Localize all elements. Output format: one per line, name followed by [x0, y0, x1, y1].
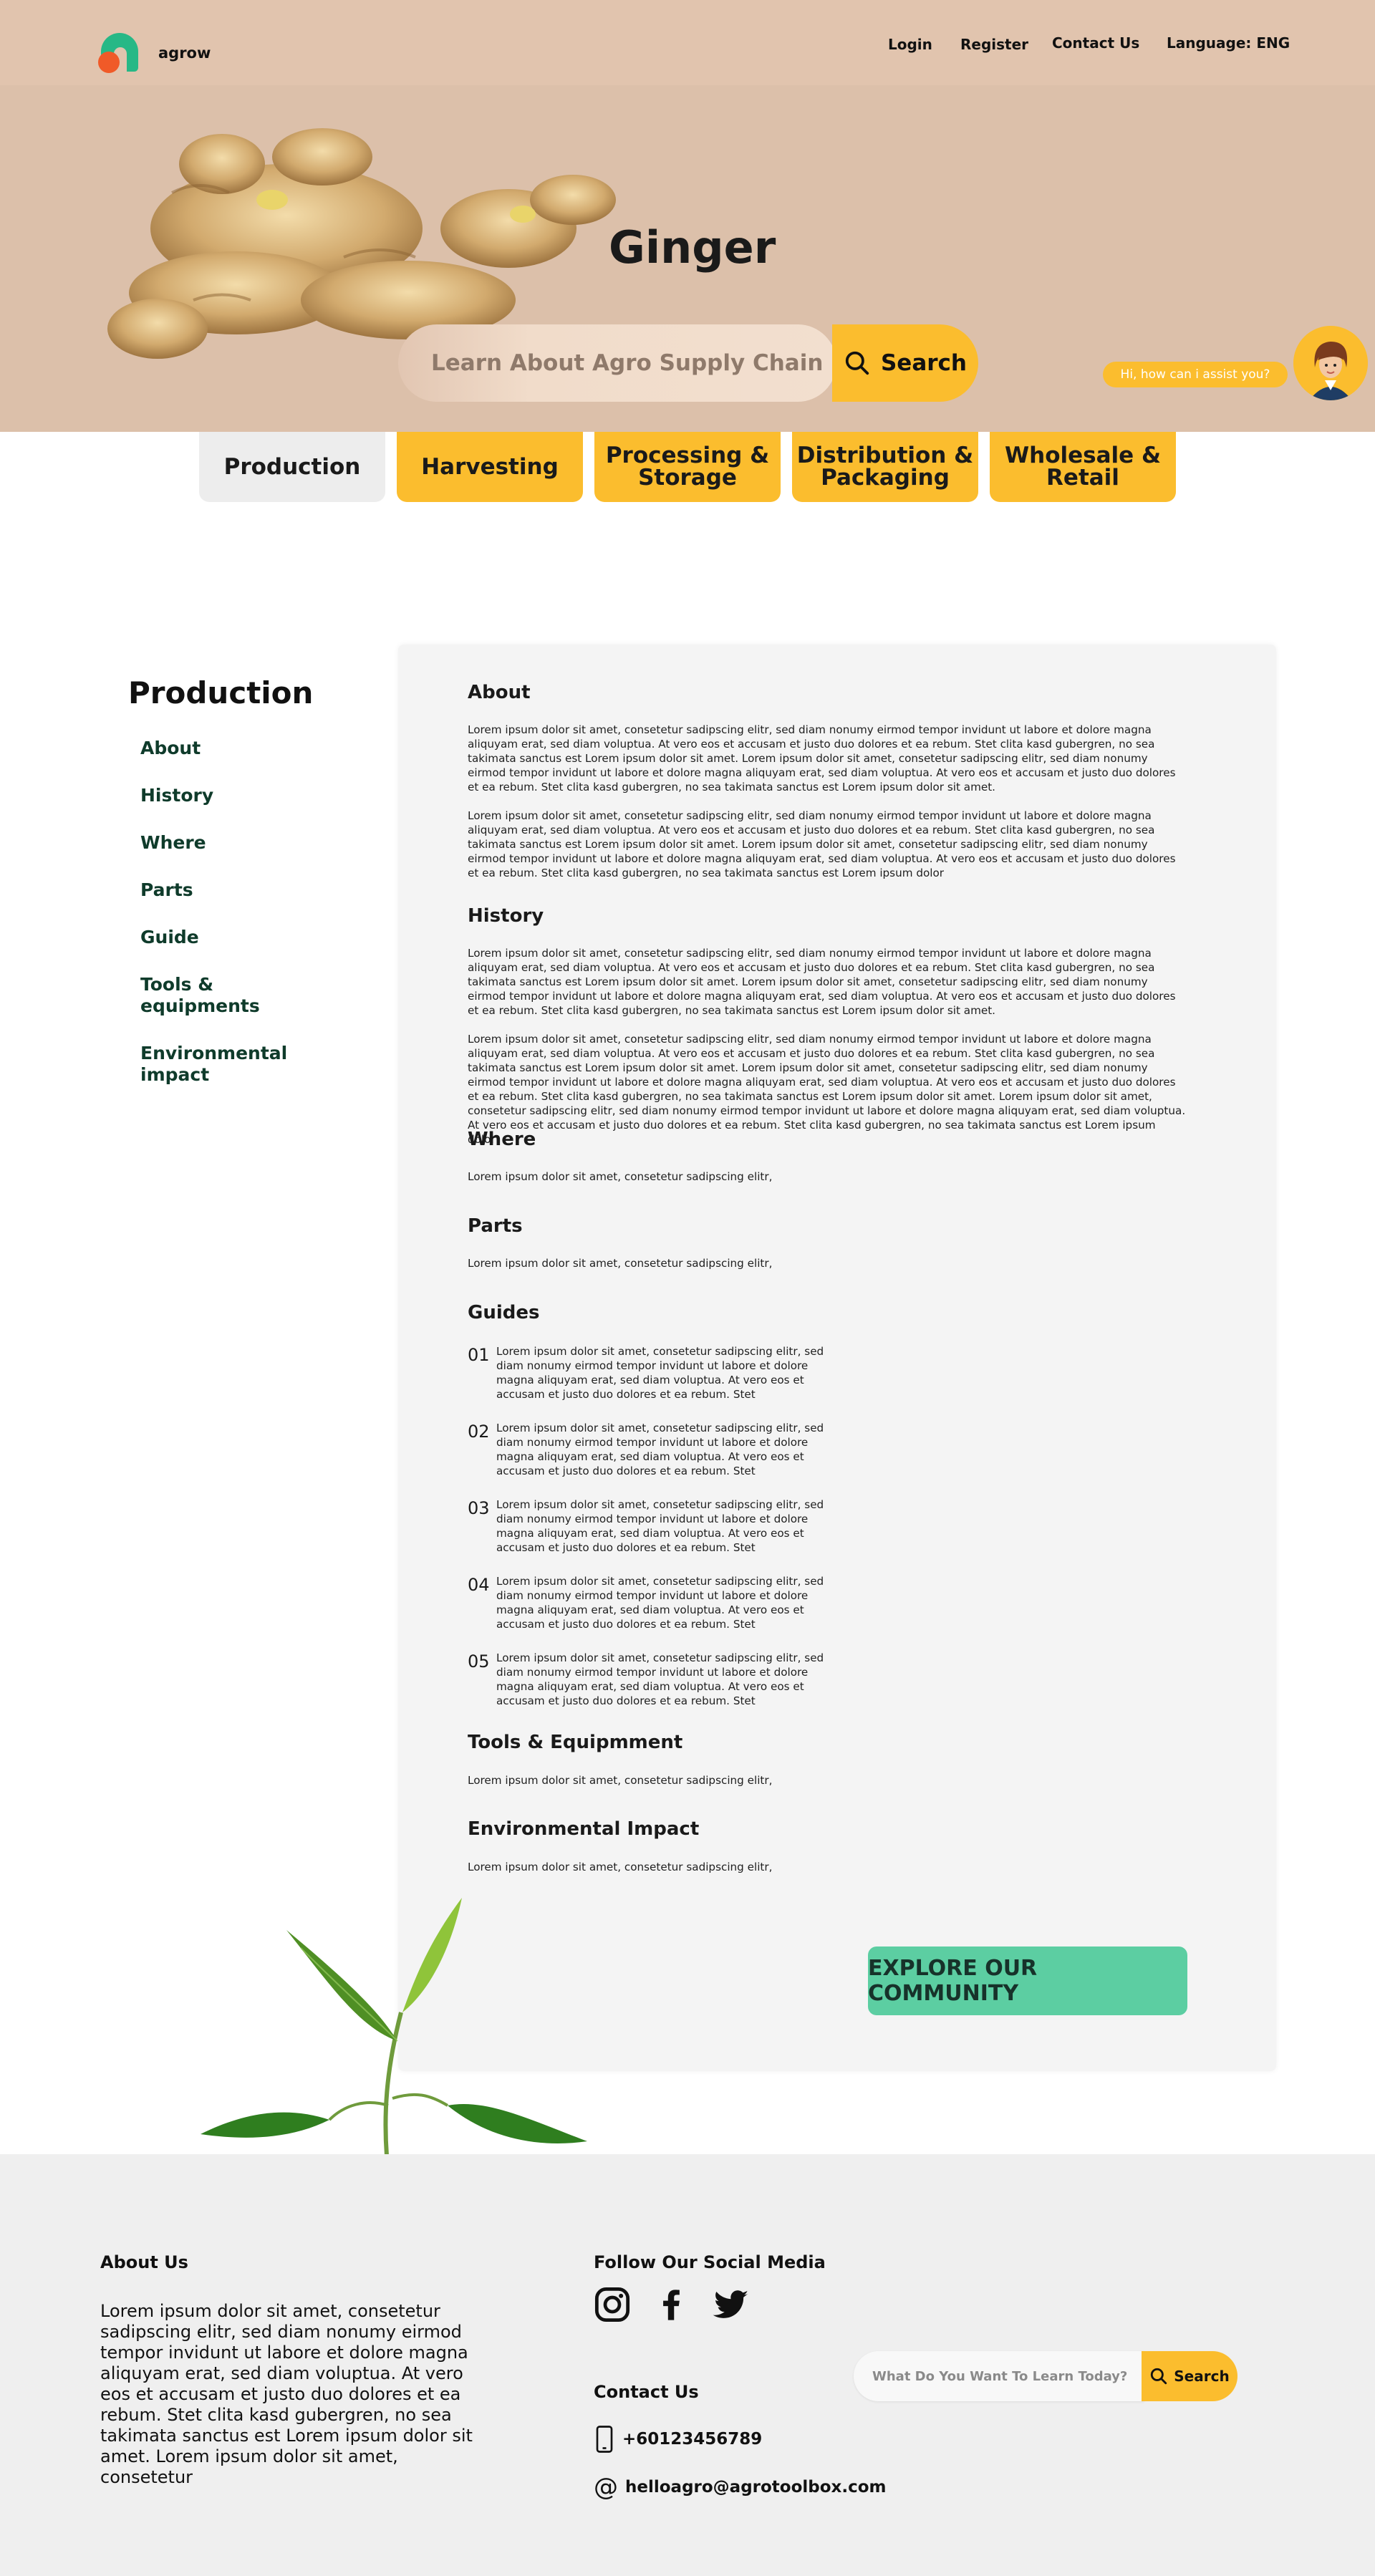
section-heading-tools: Tools & Equipmment: [468, 1732, 683, 1753]
section-heading-history: History: [468, 905, 544, 927]
sidebar-item-tools-equipments[interactable]: Tools & equipments: [140, 974, 276, 1017]
history-paragraph-2: Lorem ipsum dolor sit amet, consetetur s…: [468, 1033, 1186, 1146]
assistant-avatar[interactable]: [1293, 326, 1368, 400]
top-navbar: agrow Login Register Contact Us Language…: [0, 0, 1375, 85]
facebook-icon[interactable]: [653, 2286, 690, 2323]
brand-logo[interactable]: agrow: [98, 32, 211, 74]
sidebar-item-about[interactable]: About: [140, 738, 201, 759]
assistant-prompt-bubble[interactable]: Hi, how can i assist you?: [1103, 362, 1288, 387]
guide-text: Lorem ipsum dolor sit amet, consetetur s…: [496, 1422, 824, 1477]
explore-community-button[interactable]: EXPLORE OUR COMMUNITY: [868, 1947, 1187, 2015]
search-icon: [845, 351, 869, 375]
about-paragraph-1: Lorem ipsum dolor sit amet, consetetur s…: [468, 723, 1176, 793]
guide-number: 04: [468, 1575, 490, 1595]
where-text: Lorem ipsum dolor sit amet, consetetur s…: [468, 1170, 773, 1183]
history-paragraph-1: Lorem ipsum dolor sit amet, consetetur s…: [468, 947, 1176, 1017]
language-selector[interactable]: Language: ENG: [1167, 34, 1290, 52]
section-heading-parts: Parts: [468, 1215, 523, 1237]
sidebar-item-guide[interactable]: Guide: [140, 927, 199, 948]
search-icon: [1151, 2368, 1167, 2385]
environmental-impact-text: Lorem ipsum dolor sit amet, consetetur s…: [468, 1861, 773, 1873]
tab-distribution-packaging[interactable]: Distribution & Packaging: [792, 432, 978, 502]
guide-number: 02: [468, 1422, 490, 1442]
guide-text: Lorem ipsum dolor sit amet, consetetur s…: [496, 1498, 824, 1554]
hero-search-placeholder: Learn About Agro Supply Chain: [431, 350, 824, 376]
guide-text: Lorem ipsum dolor sit amet, consetetur s…: [496, 1345, 824, 1401]
login-link[interactable]: Login: [888, 36, 932, 53]
assistant-avatar-icon: [1293, 326, 1368, 400]
section-heading-environmental-impact: Environmental Impact: [468, 1818, 700, 1840]
hero-search-button[interactable]: Search: [832, 324, 978, 402]
page-title: Ginger: [609, 221, 776, 274]
guide-text: Lorem ipsum dolor sit amet, consetetur s…: [496, 1575, 824, 1631]
tab-harvesting[interactable]: Harvesting: [397, 432, 583, 502]
footer-search-placeholder: What Do You Want To Learn Today?: [872, 2368, 1128, 2384]
section-heading-about: About: [468, 682, 531, 703]
footer-contact-heading: Contact Us: [594, 2382, 699, 2402]
footer-about-text: Lorem ipsum dolor sit amet, consetetur s…: [100, 2301, 473, 2487]
logo-icon: [98, 32, 141, 74]
instagram-icon[interactable]: [594, 2286, 631, 2323]
phone-icon: [596, 2426, 613, 2453]
tab-production[interactable]: Production: [199, 432, 385, 502]
contact-us-link[interactable]: Contact Us: [1052, 34, 1139, 52]
brand-name: agrow: [158, 44, 211, 62]
footer-phone-number: +60123456789: [622, 2430, 763, 2449]
section-heading-where: Where: [468, 1129, 536, 1150]
about-paragraph-2: Lorem ipsum dolor sit amet, consetetur s…: [468, 809, 1176, 879]
hero-banner: Ginger Learn About Agro Supply Chain Sea…: [0, 85, 1375, 432]
sidebar-item-environmental-impact[interactable]: Environmental impact: [140, 1043, 291, 1086]
footer-phone[interactable]: +60123456789: [594, 2425, 762, 2454]
footer-search-button-label: Search: [1174, 2368, 1230, 2385]
footer-about-heading: About Us: [100, 2252, 188, 2272]
guide-number: 03: [468, 1498, 490, 1518]
footer-email[interactable]: @ helloagro@agrotoolbox.com: [594, 2473, 887, 2502]
tab-wholesale-retail[interactable]: Wholesale & Retail: [990, 432, 1176, 502]
register-link[interactable]: Register: [960, 36, 1028, 53]
footer-search-button[interactable]: Search: [1142, 2351, 1238, 2401]
at-sign-icon: @: [594, 2473, 618, 2502]
hero-search-input[interactable]: Learn About Agro Supply Chain: [398, 324, 836, 402]
guide-text: Lorem ipsum dolor sit amet, consetetur s…: [496, 1651, 824, 1707]
guide-number: 01: [468, 1345, 490, 1365]
plant-sprout-image: [201, 1898, 587, 2156]
section-heading-guides: Guides: [468, 1302, 540, 1323]
sidebar-item-parts[interactable]: Parts: [140, 879, 193, 901]
parts-text: Lorem ipsum dolor sit amet, consetetur s…: [468, 1257, 773, 1270]
footer-search-input[interactable]: What Do You Want To Learn Today?: [854, 2351, 1144, 2401]
sidebar-item-history[interactable]: History: [140, 785, 213, 806]
guide-number: 05: [468, 1651, 490, 1671]
twitter-icon[interactable]: [713, 2286, 750, 2323]
hero-search-button-label: Search: [880, 350, 967, 376]
sidebar-title: Production: [128, 675, 314, 710]
tools-text: Lorem ipsum dolor sit amet, consetetur s…: [468, 1774, 773, 1787]
footer-email-address: helloagro@agrotoolbox.com: [625, 2478, 887, 2497]
footer-social-heading: Follow Our Social Media: [594, 2252, 826, 2272]
tab-processing-storage[interactable]: Processing & Storage: [594, 432, 781, 502]
sidebar-item-where[interactable]: Where: [140, 832, 206, 854]
